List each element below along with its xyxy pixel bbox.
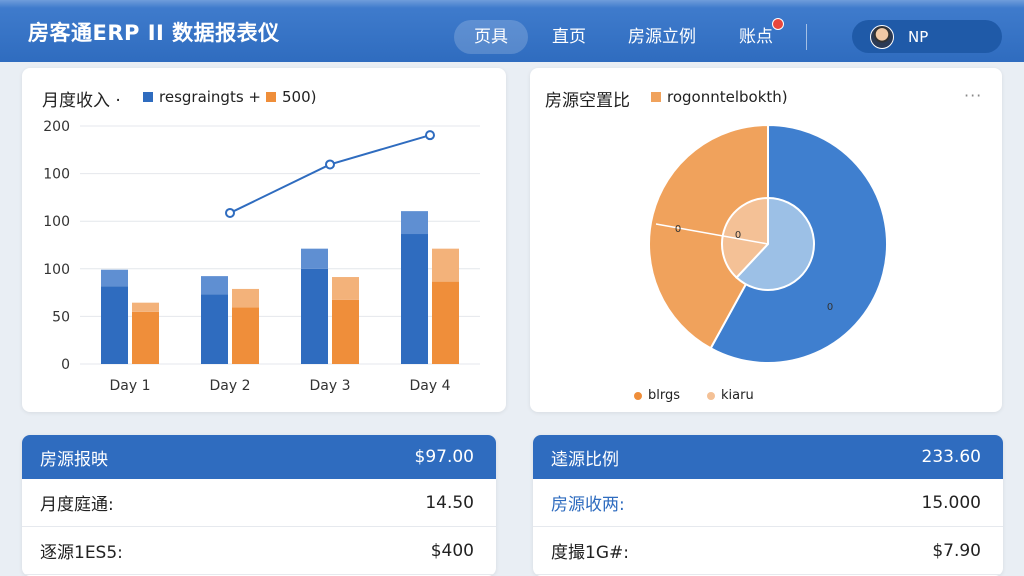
pie-slice-label: 0 (827, 302, 833, 313)
row-value: $400 (430, 540, 474, 561)
table-row[interactable]: 月度庭通: 14.50 (22, 479, 496, 527)
user-menu[interactable]: NP (852, 20, 1002, 53)
bar (132, 311, 159, 364)
notification-badge (772, 18, 784, 30)
trend-point (425, 130, 435, 141)
pie-legend-bottom-2-label: kiaru (721, 388, 754, 403)
pie-slice-label: 0 (735, 230, 741, 241)
row-label: 月度庭通: (40, 495, 114, 515)
table-header: 房源报映 $97.00 (22, 435, 496, 479)
nav-item-home[interactable]: 页具 (454, 20, 528, 54)
trend-point (325, 159, 335, 170)
row-label: 逐源1ES5: (40, 543, 123, 563)
x-tick-label: Day 3 (309, 378, 350, 394)
legend-swatch-blue (143, 92, 153, 102)
y-tick-label: 50 (52, 309, 70, 325)
nav-item-account[interactable]: 账点 (739, 20, 773, 54)
bar-segment (232, 288, 259, 308)
legend-swatch-orange (266, 92, 276, 102)
bar (332, 299, 359, 364)
user-name: NP (908, 27, 929, 46)
pie-slice-label: 0 (675, 224, 681, 235)
y-tick-label: 0 (61, 357, 70, 373)
legend-series-2: 500) (266, 88, 316, 106)
bar-segment (132, 302, 159, 312)
row-value: 15.000 (921, 492, 981, 513)
pie-chart: 0 0 0 (648, 123, 888, 364)
legend-series-1-label: resgraingts + (159, 88, 261, 106)
trend-point (225, 207, 235, 218)
bar-chart: 0 50 100 100 100 200 Day 1 Day 2 Day 3 Day 4 (43, 119, 480, 394)
summary-table-left: 房源报映 $97.00 月度庭通: 14.50 逐源1ES5: $400 (22, 435, 496, 576)
bar-segment (432, 248, 459, 282)
bar-segment (401, 211, 428, 235)
summary-table-right: 逵源比例 233.60 房源收两: 15.000 度撮1G#: $7.90 (533, 435, 1003, 576)
y-tick-label: 100 (43, 262, 70, 278)
x-tick-label: Day 2 (209, 378, 250, 394)
x-tick-label: Day 1 (109, 378, 150, 394)
table-header-label: 房源报映 (40, 449, 108, 470)
app-title: 房客通ERP II 数据报表仪 (28, 21, 280, 45)
bar-segment (101, 269, 128, 287)
table-header-value: 233.60 (921, 447, 981, 467)
table-header-value: $97.00 (414, 447, 474, 467)
bar-segment (201, 276, 228, 295)
y-tick-label: 200 (43, 119, 70, 135)
legend-series-2-label: 500) (282, 88, 317, 106)
pie-legend-bottom-1-label: blrgs (648, 388, 681, 403)
table-row[interactable]: 房源收两: 15.000 (533, 479, 1003, 527)
x-tick-label: Day 4 (409, 378, 450, 394)
table-header: 逵源比例 233.60 (533, 435, 1003, 479)
row-label: 房源收两: (551, 495, 625, 515)
bar-segment (332, 277, 359, 300)
table-row[interactable]: 度撮1G#: $7.90 (533, 527, 1003, 575)
bar (232, 307, 259, 364)
legend-swatch-orange (651, 92, 661, 102)
table-row[interactable]: 逐源1ES5: $400 (22, 527, 496, 575)
nav-item-direct[interactable]: 直页 (552, 20, 586, 54)
bar (401, 234, 428, 364)
bar (201, 294, 228, 364)
pie-chart-title: 房源空置比 (545, 91, 630, 111)
y-tick-label: 100 (43, 214, 70, 230)
nav-item-listings[interactable]: 房源立例 (628, 20, 696, 54)
bar (301, 268, 328, 364)
top-bar: 房客通ERP II 数据报表仪 页具 直页 房源立例 账点 NP (0, 0, 1024, 62)
row-value: $7.90 (932, 540, 981, 561)
table-header-label: 逵源比例 (551, 449, 619, 470)
legend-series-1: resgraingts + (143, 88, 261, 106)
pie-legend-bottom-2: kiaru (707, 388, 754, 403)
bar (101, 286, 128, 364)
pie-legend-top-label: rogonntelbokth) (667, 88, 788, 106)
avatar (870, 24, 894, 49)
pie-legend-top: rogonntelbokth) (651, 88, 788, 106)
row-value: 14.50 (425, 492, 474, 513)
more-options-icon[interactable]: ··· (964, 86, 982, 105)
bar-segment (301, 248, 328, 269)
bar (432, 281, 459, 364)
y-tick-label: 100 (43, 167, 70, 183)
legend-dot-orange (634, 391, 642, 400)
row-label: 度撮1G#: (551, 543, 629, 563)
nav-divider (806, 24, 807, 50)
pie-legend-bottom-1: blrgs (634, 388, 680, 403)
legend-dot-peach (707, 391, 715, 400)
